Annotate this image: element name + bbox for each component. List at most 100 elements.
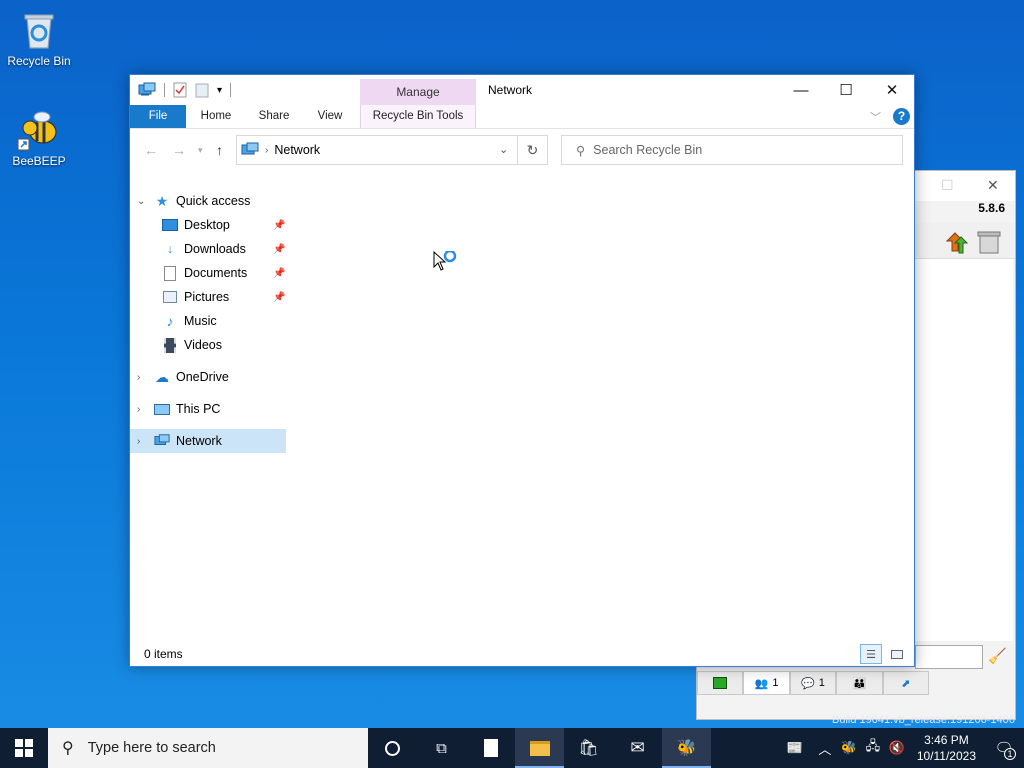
address-bar[interactable]: › Network ⌄: [236, 135, 548, 165]
large-icons-view-button[interactable]: [886, 644, 908, 664]
tab-file[interactable]: File: [130, 105, 186, 128]
tree-item-network[interactable]: › Network: [130, 429, 286, 453]
tab-view[interactable]: View: [306, 105, 354, 128]
chevron-right-icon[interactable]: ›: [137, 372, 147, 383]
tab-chat[interactable]: [697, 671, 744, 695]
maximize-button[interactable]: ☐: [823, 75, 869, 105]
message-input[interactable]: [915, 645, 983, 669]
close-button[interactable]: ✕: [869, 75, 915, 105]
taskbar-app-store[interactable]: 🛍: [564, 728, 613, 768]
tab-messages[interactable]: 💬 1: [789, 671, 837, 695]
clock[interactable]: 3:46 PM 10/11/2023: [909, 732, 984, 764]
tree-item-label: Music: [184, 314, 217, 328]
tab-recycle-bin-tools[interactable]: Recycle Bin Tools: [360, 105, 476, 128]
search-box[interactable]: ⚲ Search Recycle Bin: [561, 135, 903, 165]
minimize-button[interactable]: —: [778, 75, 824, 105]
tree-item-label: Desktop: [184, 218, 230, 232]
task-view-icon: ⧉: [436, 739, 447, 757]
tree-item-label: Videos: [184, 338, 222, 352]
tree-item-music[interactable]: ♪ Music: [130, 309, 290, 333]
taskbar-app-notepad[interactable]: [466, 728, 515, 768]
address-dropdown-icon[interactable]: ⌄: [499, 143, 508, 156]
desktop-icon-recycle-bin[interactable]: Recycle Bin: [3, 8, 75, 68]
start-button[interactable]: [0, 728, 48, 768]
computer-icon: [154, 401, 170, 417]
pin-icon[interactable]: 📌: [273, 220, 285, 231]
network-icon: [241, 142, 259, 155]
taskbar-app-beebeep[interactable]: 🐝: [662, 728, 711, 768]
pin-icon[interactable]: 📌: [273, 292, 285, 303]
users-icon: 👥: [754, 677, 769, 690]
details-view-icon: ☰: [866, 648, 876, 661]
pin-icon[interactable]: 📌: [273, 268, 285, 279]
tree-item-pictures[interactable]: Pictures 📌: [130, 285, 290, 309]
refresh-button[interactable]: ↻: [517, 135, 548, 165]
cortana-button[interactable]: [368, 728, 417, 768]
content-pane[interactable]: [294, 175, 914, 642]
tab-home[interactable]: Home: [192, 105, 240, 128]
volume-muted-icon[interactable]: 🔇: [885, 728, 909, 768]
tab-groups[interactable]: 👪: [836, 671, 883, 695]
details-view-button[interactable]: ☰: [860, 644, 882, 664]
navigation-bar: ← → ▾ ↑ › Network ⌄ ↻ ⚲ Search Recycle B…: [130, 129, 914, 169]
navigation-pane: ⌄ ★ Quick access Desktop 📌 ↓ Downloads 📌…: [130, 189, 290, 642]
trash-icon[interactable]: [977, 229, 1001, 255]
build-watermark: Build 19041.vb_release.191206-1406: [832, 714, 1015, 726]
tree-item-desktop[interactable]: Desktop 📌: [130, 213, 290, 237]
tree-item-documents[interactable]: Documents 📌: [130, 261, 290, 285]
network-icon: [154, 433, 170, 449]
taskbar-search-box[interactable]: ⚲ Type here to search: [48, 728, 368, 768]
network-status-icon[interactable]: 🖧: [861, 728, 885, 768]
back-icon[interactable]: ←: [144, 142, 158, 158]
store-bag-icon: 🛍: [578, 740, 599, 757]
task-view-button[interactable]: ⧉: [417, 728, 466, 768]
tree-item-videos[interactable]: Videos: [130, 333, 290, 357]
tab-share[interactable]: Share: [250, 105, 298, 128]
close-icon[interactable]: ✕: [987, 177, 999, 194]
bee-icon: 🐝: [676, 740, 697, 757]
news-widget-icon[interactable]: 📰: [777, 728, 813, 768]
pin-icon[interactable]: 📌: [273, 244, 285, 255]
breadcrumb-network[interactable]: Network: [274, 143, 320, 157]
tab-users[interactable]: 👥 1: [743, 671, 790, 695]
file-explorer-window[interactable]: ▾ Manage Network — ☐ ✕ File Home Share V…: [129, 74, 915, 667]
tree-item-this-pc[interactable]: › This PC: [130, 397, 290, 421]
large-icons-view-icon: [891, 649, 903, 659]
tree-item-quick-access[interactable]: ⌄ ★ Quick access: [130, 189, 290, 213]
help-icon[interactable]: ?: [893, 108, 910, 125]
forward-icon[interactable]: →: [172, 142, 186, 158]
tree-item-downloads[interactable]: ↓ Downloads 📌: [130, 237, 290, 261]
network-icon[interactable]: [138, 82, 156, 98]
tab-count: 1: [818, 677, 825, 689]
upload-icon[interactable]: [943, 229, 969, 255]
chevron-right-icon[interactable]: ›: [137, 436, 147, 447]
desktop-icon-beebeep[interactable]: BeeBEEP: [3, 108, 75, 168]
expand-ribbon-icon[interactable]: ﹀: [870, 109, 881, 125]
clear-icon[interactable]: 🧹: [988, 647, 1007, 665]
beebeep-icon: [17, 108, 61, 152]
tab-share[interactable]: ⬈: [882, 671, 930, 695]
maximize-icon[interactable]: ☐: [941, 177, 954, 194]
recent-locations-icon[interactable]: ▾: [198, 145, 203, 156]
new-folder-icon[interactable]: [195, 82, 209, 98]
tree-item-label: Quick access: [176, 194, 251, 208]
view-switcher: ☰: [860, 644, 908, 664]
chevron-right-icon[interactable]: ›: [137, 404, 147, 415]
show-hidden-icons-icon[interactable]: ︿: [813, 728, 837, 768]
customize-qat-icon[interactable]: ▾: [217, 85, 222, 96]
action-center-button[interactable]: 🗨 1: [984, 728, 1024, 768]
tree-item-onedrive[interactable]: › ☁ OneDrive: [130, 365, 290, 389]
window-title: Network: [488, 83, 533, 97]
beebeep-chat-area[interactable]: [915, 259, 1013, 641]
taskbar-app-mail[interactable]: ✉: [613, 728, 662, 768]
up-icon[interactable]: ↑: [216, 142, 223, 158]
chevron-down-icon[interactable]: ⌄: [137, 196, 147, 207]
taskbar-app-file-explorer[interactable]: [515, 728, 564, 768]
beebeep-tray-icon[interactable]: 🐝: [837, 728, 861, 768]
breadcrumb-chevron-icon[interactable]: ›: [265, 145, 268, 156]
desktop-icon: [162, 217, 178, 233]
beebeep-tabs: 👥 1 💬 1 👪 ⬈: [697, 671, 930, 695]
properties-icon[interactable]: [173, 82, 187, 98]
